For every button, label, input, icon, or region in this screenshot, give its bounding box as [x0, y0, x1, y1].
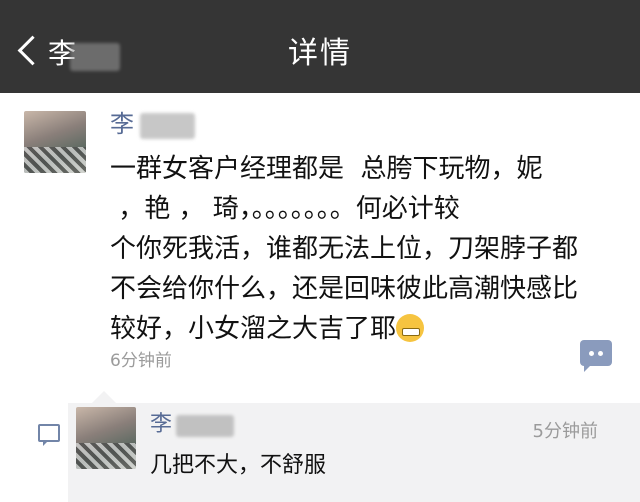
avatar[interactable]: [24, 111, 86, 173]
nav-bar: 李 详情: [0, 0, 640, 93]
comment-icon[interactable]: [580, 340, 612, 372]
dot: [598, 351, 603, 356]
page-title: 详情: [288, 36, 352, 71]
blurred-author-name: [140, 113, 195, 139]
blurred-comment-author: [176, 415, 234, 437]
post-text: 一群女客户经理都是 总胯下玩物，妮 ，艳 ， 琦，。。。。。。。何必计较 个你死…: [110, 154, 579, 344]
comment-section: 李 5分钟前 几把不大，不舒服: [0, 391, 640, 502]
grimacing-emoji-icon: [396, 314, 425, 342]
comment-avatar[interactable]: [76, 407, 136, 469]
post-content: 一群女客户经理都是 总胯下玩物，妮 ，艳 ， 琦，。。。。。。。何必计较 个你死…: [110, 149, 610, 349]
moment-post: 李 一群女客户经理都是 总胯下玩物，妮 ，艳 ， 琦，。。。。。。。何必计较 个…: [0, 93, 640, 393]
dot: [589, 351, 594, 356]
comment-time: 5分钟前: [532, 421, 598, 442]
comment-author[interactable]: 李: [150, 411, 172, 439]
post-time: 6分钟前: [110, 351, 172, 371]
post-author[interactable]: 李: [110, 109, 134, 139]
speech-bubble-icon: [38, 424, 60, 446]
comment-text[interactable]: 几把不大，不舒服: [150, 451, 326, 481]
